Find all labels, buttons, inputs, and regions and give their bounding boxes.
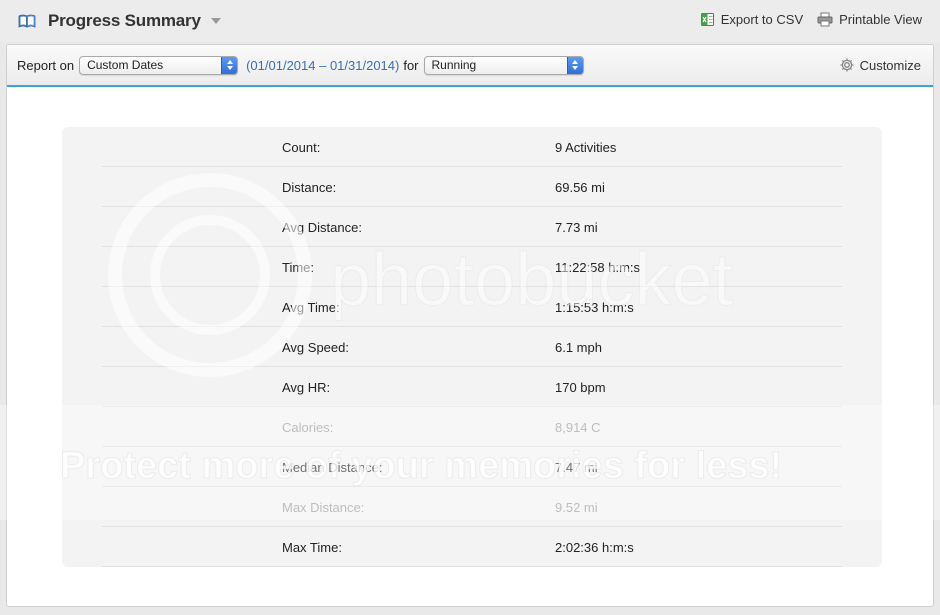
- row-label: Avg HR:: [282, 380, 331, 395]
- table-row: Avg HR: 170 bpm: [102, 367, 842, 407]
- row-value: 1:15:53 h:m:s: [555, 300, 634, 315]
- select-arrows-icon: [221, 56, 238, 74]
- for-label: for: [403, 57, 419, 73]
- date-range-link[interactable]: (01/01/2014 – 01/31/2014): [246, 58, 399, 73]
- table-row: Time: 11:22:58 h:m:s: [102, 247, 842, 287]
- gear-icon: [840, 58, 854, 72]
- report-toolbar: Report on Custom Dates (01/01/2014 – 01/…: [7, 45, 933, 87]
- export-csv-button[interactable]: Export to CSV: [700, 12, 803, 27]
- activity-type-value: Running: [431, 58, 477, 72]
- row-label: Avg Distance:: [282, 220, 362, 235]
- table-row: Distance: 69.56 mi: [102, 167, 842, 207]
- row-label: Calories:: [282, 420, 334, 435]
- export-csv-label: Export to CSV: [720, 12, 804, 27]
- row-value: 7.73 mi: [555, 220, 598, 235]
- header-actions: Export to CSV Printable View: [686, 12, 922, 27]
- summary-table: Count: 9 Activities Distance: 69.56 mi A…: [62, 127, 882, 567]
- printable-view-button[interactable]: Printable View: [817, 12, 922, 27]
- row-label: Distance:: [282, 180, 337, 195]
- row-label: Median Distance:: [282, 460, 383, 475]
- printable-view-label: Printable View: [839, 12, 922, 27]
- row-label: Count:: [282, 140, 321, 155]
- row-value: 6.1 mph: [555, 340, 602, 355]
- date-mode-select[interactable]: Custom Dates: [79, 55, 239, 75]
- row-value: 11:22:58 h:m:s: [555, 260, 641, 275]
- spreadsheet-icon: [700, 13, 714, 26]
- row-value: 170 bpm: [555, 380, 606, 395]
- table-row: Median Distance: 7.47 mi: [102, 447, 842, 487]
- date-mode-value: Custom Dates: [87, 58, 164, 72]
- title-group: Progress Summary: [18, 10, 221, 32]
- table-row: Calories: 8,914 C: [102, 407, 842, 447]
- customize-button[interactable]: Customize: [839, 57, 921, 73]
- row-value: 7.47 mi: [555, 460, 598, 475]
- row-value: 9.52 mi: [555, 500, 598, 515]
- row-label: Avg Time:: [282, 300, 340, 315]
- table-row: Avg Time: 1:15:53 h:m:s: [102, 287, 842, 327]
- table-row: Count: 9 Activities: [102, 127, 842, 167]
- row-label: Max Distance:: [282, 500, 365, 515]
- row-label: Max Time:: [282, 540, 342, 555]
- row-value: 8,914 C: [555, 420, 601, 435]
- row-value: 9 Activities: [555, 140, 617, 155]
- table-row: Max Distance: 9.52 mi: [102, 487, 842, 527]
- page-header: Progress Summary Export to CSV Printable…: [0, 0, 940, 42]
- row-label: Avg Speed:: [282, 340, 349, 355]
- chevron-down-icon[interactable]: [210, 18, 221, 24]
- customize-label: Customize: [859, 57, 921, 73]
- table-row: Max Time: 2:02:36 h:m:s: [102, 527, 842, 567]
- book-icon: [18, 14, 36, 28]
- table-row: Avg Distance: 7.73 mi: [102, 207, 842, 247]
- printer-icon: [817, 12, 833, 27]
- report-panel: Report on Custom Dates (01/01/2014 – 01/…: [6, 44, 934, 607]
- row-value: 69.56 mi: [555, 180, 605, 195]
- report-on-label: Report on: [17, 57, 75, 73]
- row-label: Time:: [282, 260, 315, 275]
- select-arrows-icon: [566, 56, 583, 74]
- row-value: 2:02:36 h:m:s: [555, 540, 634, 555]
- table-row: Avg Speed: 6.1 mph: [102, 327, 842, 367]
- activity-type-select[interactable]: Running: [423, 55, 584, 75]
- page-title: Progress Summary: [48, 11, 201, 30]
